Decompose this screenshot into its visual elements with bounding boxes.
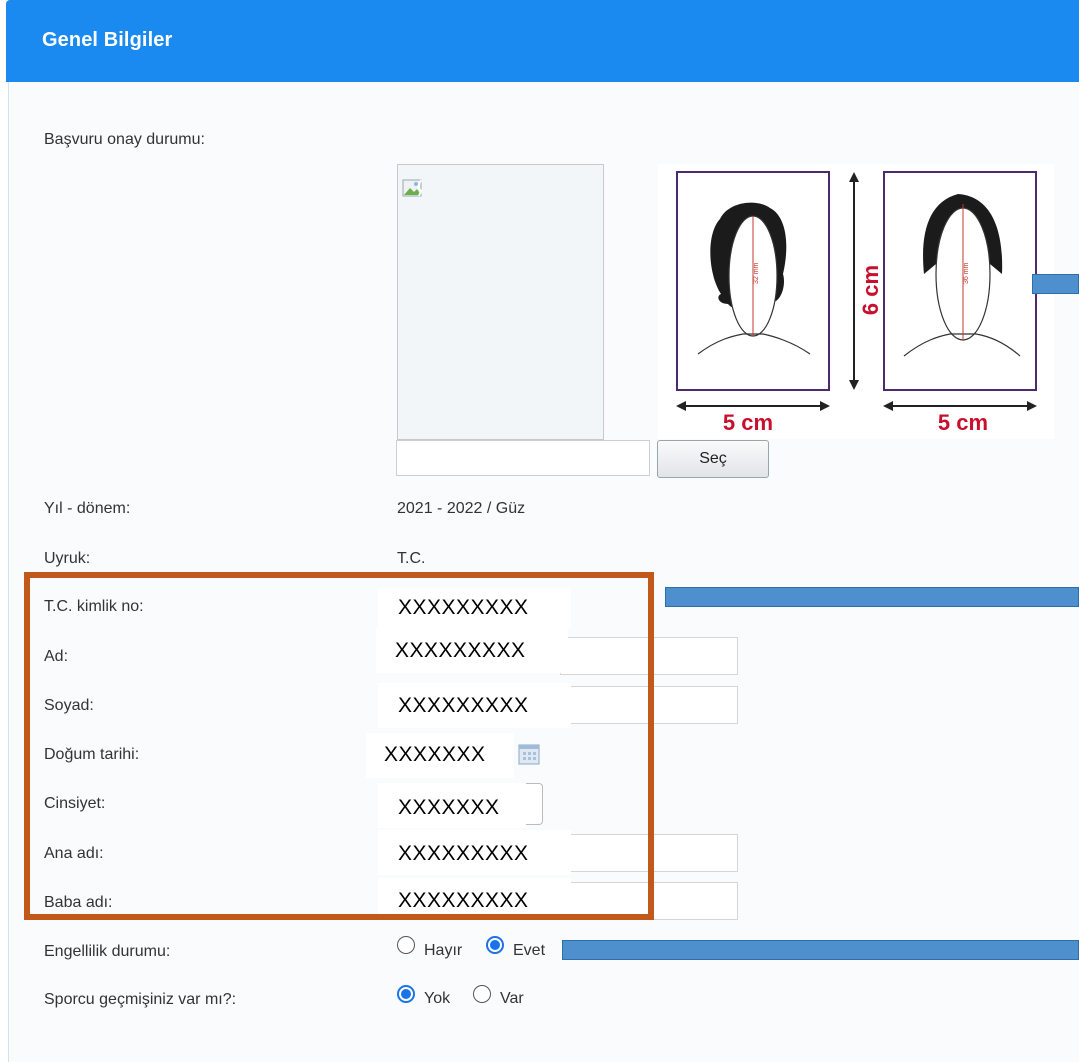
- year-term-value: 2021 - 2022 / Güz: [397, 500, 526, 517]
- disability-yes-radio[interactable]: [486, 936, 504, 954]
- gender-value: XXXXXXX: [378, 783, 526, 828]
- annotation-arrow-photo: [1032, 274, 1079, 294]
- surname-label: Soyad:: [44, 697, 94, 714]
- athlete-no-label[interactable]: Yok: [424, 990, 450, 1008]
- measure-left-label: 32 mm: [753, 262, 760, 284]
- father-name-value: XXXXXXXXX: [378, 878, 571, 918]
- tc-id-label: T.C. kimlik no:: [44, 598, 144, 615]
- mother-name-input[interactable]: [560, 834, 738, 872]
- height-label: 6 cm: [858, 265, 883, 315]
- athlete-label: Sporcu geçmişiniz var mı?:: [44, 991, 237, 1008]
- name-input[interactable]: [560, 637, 738, 675]
- width-right-label: 5 cm: [938, 410, 988, 435]
- surname-input[interactable]: [560, 686, 738, 724]
- photo-file-input[interactable]: [396, 440, 650, 476]
- name-label: Ad:: [44, 648, 69, 665]
- annotation-arrow-disability: [562, 940, 1079, 960]
- father-name-label: Baba adı:: [44, 894, 113, 911]
- year-term-label: Yıl - dönem:: [44, 500, 131, 517]
- gender-select[interactable]: [526, 783, 543, 825]
- disability-label: Engellilik durumu:: [44, 943, 171, 960]
- panel-header: Genel Bilgiler: [6, 0, 1079, 82]
- athlete-yes-radio[interactable]: [473, 985, 491, 1003]
- gender-label: Cinsiyet:: [44, 795, 106, 812]
- birth-date-label: Doğum tarihi:: [44, 746, 140, 763]
- father-name-input[interactable]: [560, 882, 738, 920]
- disability-yes-label[interactable]: Evet: [513, 942, 545, 960]
- disability-no-radio[interactable]: [397, 936, 415, 954]
- athlete-yes-label[interactable]: Var: [500, 990, 524, 1008]
- annotation-arrow-identity: [665, 587, 1079, 607]
- photo-size-sample-image: 32 mm 36 mm 6 cm 5 cm 5 cm: [658, 164, 1054, 439]
- disability-no-label[interactable]: Hayır: [424, 942, 462, 960]
- birth-date-value: XXXXXXX: [366, 733, 514, 778]
- name-value: XXXXXXXXX: [376, 628, 568, 673]
- mother-name-label: Ana adı:: [44, 845, 104, 862]
- panel-title: Genel Bilgiler: [42, 29, 173, 51]
- surname-value: XXXXXXXXX: [378, 683, 571, 728]
- measure-right-label: 36 mm: [963, 262, 970, 284]
- calendar-icon[interactable]: [518, 743, 540, 765]
- width-left-label: 5 cm: [723, 410, 773, 435]
- select-photo-button[interactable]: Seç: [657, 440, 769, 478]
- broken-image-icon: [402, 179, 423, 197]
- approval-status-label: Başvuru onay durumu:: [44, 131, 205, 148]
- photo-preview: [397, 164, 604, 440]
- nationality-label: Uyruk:: [44, 550, 91, 567]
- mother-name-value: XXXXXXXXX: [378, 830, 571, 875]
- athlete-no-radio[interactable]: [397, 985, 415, 1003]
- nationality-value: T.C.: [397, 550, 426, 567]
- tc-id-value: XXXXXXXXX: [378, 588, 571, 628]
